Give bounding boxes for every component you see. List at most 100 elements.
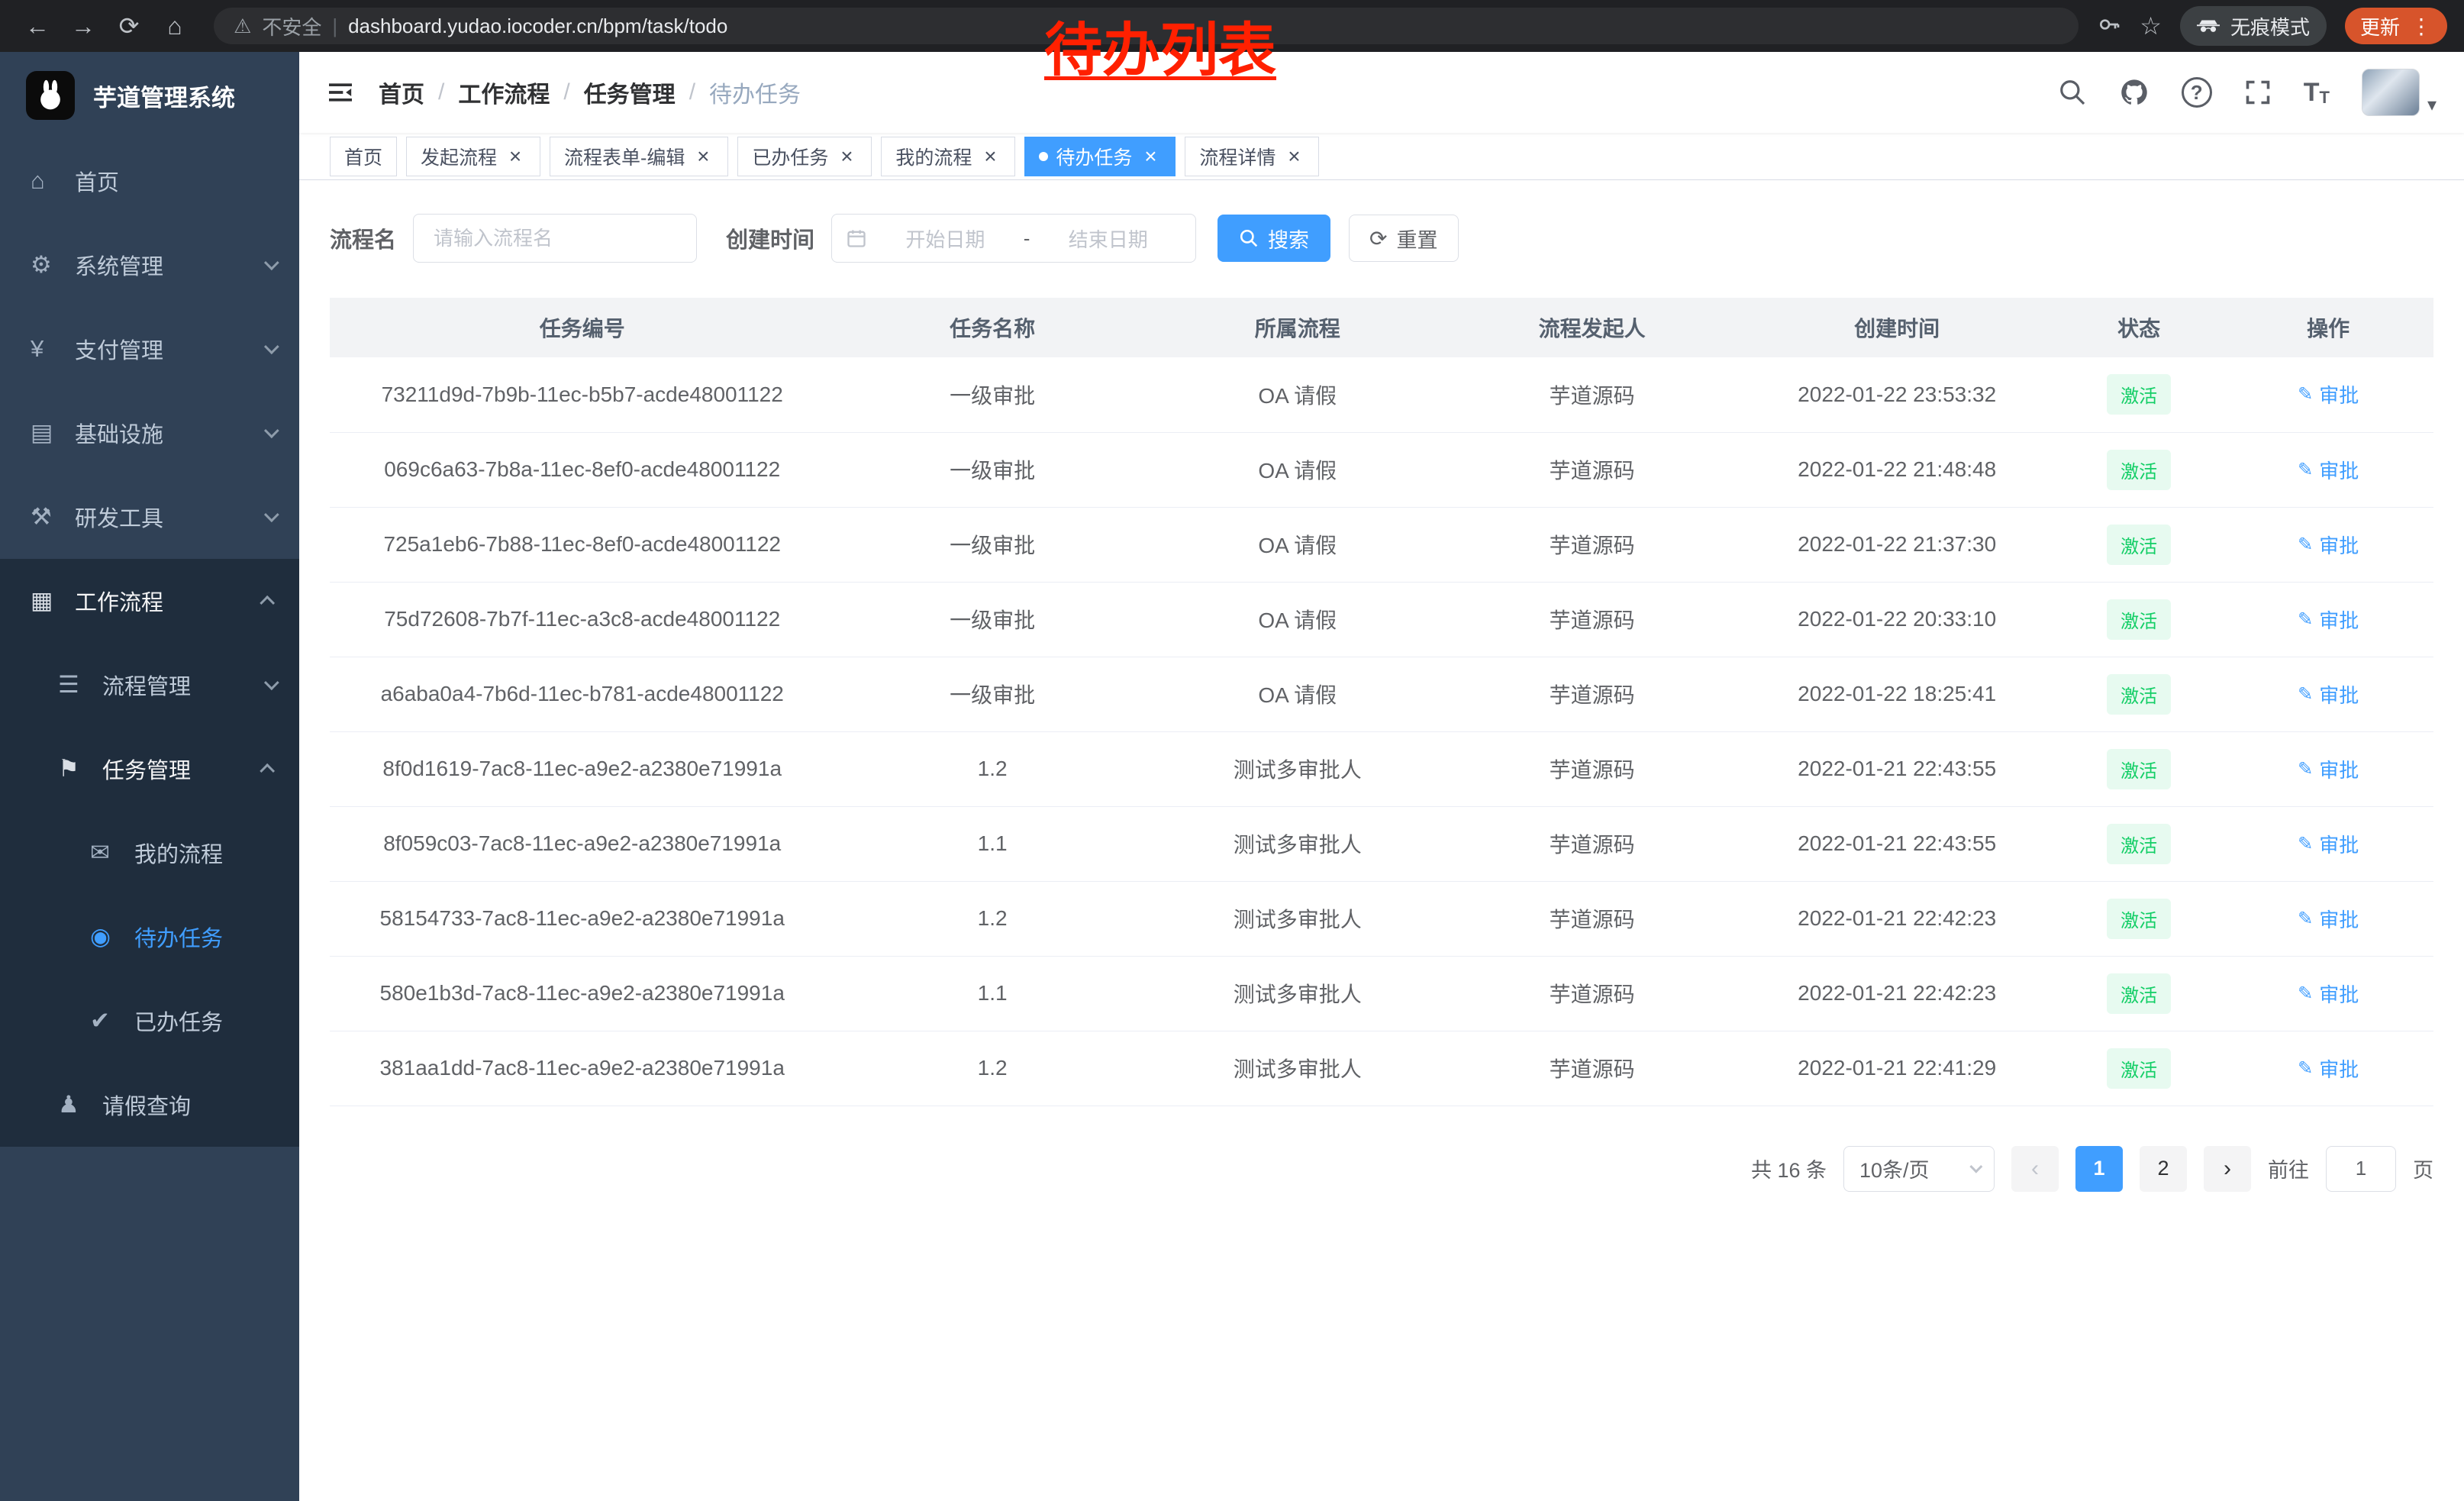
- incognito-badge: 无痕模式: [2180, 6, 2327, 46]
- chevron-down-icon: [264, 507, 279, 522]
- task-status-cell: 激活: [2055, 507, 2223, 582]
- font-size-icon[interactable]: TT: [2304, 78, 2330, 108]
- approve-link[interactable]: ✎ 审批: [2298, 531, 2359, 559]
- tab-close-icon[interactable]: ×: [505, 146, 526, 167]
- edit-icon: ✎: [2298, 459, 2313, 481]
- edit-icon: ✎: [2298, 383, 2313, 405]
- task-status-cell: 激活: [2055, 432, 2223, 507]
- tab-close-icon[interactable]: ×: [1140, 146, 1161, 167]
- infrastructure-icon: ▤: [31, 419, 64, 447]
- address-bar[interactable]: ⚠ 不安全 | dashboard.yudao.iocoder.cn/bpm/t…: [214, 8, 2079, 44]
- tab-home[interactable]: 首页: [330, 137, 397, 176]
- next-page-button[interactable]: ›: [2204, 1146, 2251, 1192]
- browser-home-icon[interactable]: ⌂: [154, 12, 195, 40]
- prev-page-button[interactable]: ‹: [2011, 1146, 2059, 1192]
- page-size-select[interactable]: 10条/页: [1843, 1146, 1995, 1192]
- password-key-icon[interactable]: [2097, 12, 2121, 40]
- task-id-cell: 580e1b3d-7ac8-11ec-a9e2-a2380e71991a: [330, 956, 834, 1031]
- approve-link[interactable]: ✎ 审批: [2298, 380, 2359, 408]
- workflow-group: ▦ 工作流程 ☰ 流程管理 ⚑ 任务管理 ✉ 我的流程: [0, 559, 299, 1147]
- avatar[interactable]: [2362, 69, 2420, 116]
- approve-link[interactable]: ✎ 审批: [2298, 680, 2359, 709]
- sidebar-item-todo-tasks[interactable]: ◉ 待办任务: [0, 895, 299, 979]
- tab-process-detail[interactable]: 流程详情 ×: [1185, 137, 1319, 176]
- sidebar-item-my-processes[interactable]: ✉ 我的流程: [0, 811, 299, 895]
- reset-button[interactable]: ⟳ 重置: [1349, 215, 1458, 262]
- yen-icon: ¥: [31, 335, 64, 363]
- end-date-placeholder[interactable]: 结束日期: [1034, 224, 1182, 253]
- help-icon[interactable]: ?: [2182, 77, 2212, 108]
- breadcrumb-workflow[interactable]: 工作流程: [458, 76, 550, 109]
- approve-link[interactable]: ✎ 审批: [2298, 605, 2359, 634]
- start-date-placeholder[interactable]: 开始日期: [872, 224, 1019, 253]
- task-id-cell: 8f059c03-7ac8-11ec-a9e2-a2380e71991a: [330, 806, 834, 881]
- tab-done-tasks[interactable]: 已办任务 ×: [737, 137, 872, 176]
- fullscreen-icon[interactable]: [2244, 79, 2272, 106]
- breadcrumb-home[interactable]: 首页: [379, 76, 424, 109]
- sidebar-item-home[interactable]: ⌂ 首页: [0, 139, 299, 223]
- approve-label: 审批: [2319, 605, 2359, 634]
- date-range-picker[interactable]: 开始日期 - 结束日期: [831, 214, 1196, 263]
- tab-form-edit[interactable]: 流程表单-编辑 ×: [550, 137, 728, 176]
- sidebar-item-infrastructure[interactable]: ▤ 基础设施: [0, 391, 299, 475]
- github-icon[interactable]: [2119, 77, 2150, 108]
- task-created-cell: 2022-01-22 23:53:32: [1739, 357, 2054, 432]
- approve-link[interactable]: ✎ 审批: [2298, 456, 2359, 484]
- tab-close-icon[interactable]: ×: [979, 146, 1001, 167]
- browser-update-button[interactable]: 更新 ⋮: [2345, 8, 2447, 44]
- sidebar-item-workflow[interactable]: ▦ 工作流程: [0, 559, 299, 643]
- table-row: 58154733-7ac8-11ec-a9e2-a2380e71991a 1.2…: [330, 881, 2433, 956]
- sidebar-item-leave-query[interactable]: ♟ 请假查询: [0, 1063, 299, 1147]
- sidebar-item-system-mgmt[interactable]: ⚙ 系统管理: [0, 223, 299, 307]
- sidebar-item-payment-mgmt[interactable]: ¥ 支付管理: [0, 307, 299, 391]
- tab-close-icon[interactable]: ×: [692, 146, 714, 167]
- process-name-input[interactable]: [413, 214, 697, 263]
- page-button-2[interactable]: 2: [2140, 1146, 2187, 1192]
- status-badge: 激活: [2107, 599, 2171, 640]
- browser-back-icon[interactable]: ←: [17, 12, 58, 40]
- bookmark-star-icon[interactable]: ☆: [2140, 11, 2162, 40]
- sidebar-item-dev-tools[interactable]: ⚒ 研发工具: [0, 475, 299, 559]
- tab-start-process[interactable]: 发起流程 ×: [406, 137, 540, 176]
- task-action-cell: ✎ 审批: [2223, 357, 2433, 432]
- table-row: 8f0d1619-7ac8-11ec-a9e2-a2380e71991a 1.2…: [330, 731, 2433, 806]
- browser-menu-icon[interactable]: ⋮: [2411, 14, 2432, 39]
- page-size-value: 10条/页: [1859, 1154, 1969, 1183]
- collapse-sidebar-icon[interactable]: [325, 77, 356, 108]
- sidebar-item-label: 任务管理: [102, 753, 264, 785]
- sidebar-item-process-mgmt[interactable]: ☰ 流程管理: [0, 643, 299, 727]
- task-initiator-cell: 芋道源码: [1445, 657, 1740, 731]
- tab-label: 首页: [344, 143, 382, 170]
- approve-link[interactable]: ✎ 审批: [2298, 980, 2359, 1008]
- task-initiator-cell: 芋道源码: [1445, 806, 1740, 881]
- approve-link[interactable]: ✎ 审批: [2298, 1054, 2359, 1083]
- task-created-cell: 2022-01-22 21:48:48: [1739, 432, 2054, 507]
- col-header-task-name: 任务名称: [834, 298, 1150, 357]
- security-warning-icon[interactable]: ⚠: [234, 15, 251, 38]
- goto-page-input[interactable]: [2326, 1146, 2396, 1192]
- sidebar-item-done-tasks[interactable]: ✔ 已办任务: [0, 979, 299, 1063]
- tab-my-processes[interactable]: 我的流程 ×: [881, 137, 1015, 176]
- col-header-process: 所属流程: [1150, 298, 1445, 357]
- tab-close-icon[interactable]: ×: [836, 146, 857, 167]
- page-button-1[interactable]: 1: [2075, 1146, 2123, 1192]
- approve-link[interactable]: ✎ 审批: [2298, 905, 2359, 933]
- search-button[interactable]: 搜索: [1217, 215, 1330, 262]
- tab-todo-tasks[interactable]: 待办任务 ×: [1024, 137, 1176, 176]
- task-id-cell: a6aba0a4-7b6d-11ec-b781-acde48001122: [330, 657, 834, 731]
- process-name-label: 流程名: [330, 222, 396, 254]
- status-badge: 激活: [2107, 374, 2171, 415]
- user-menu[interactable]: ▾: [2362, 69, 2437, 116]
- edit-icon: ✎: [2298, 534, 2313, 556]
- approve-link[interactable]: ✎ 审批: [2298, 830, 2359, 858]
- search-icon[interactable]: [2058, 78, 2087, 107]
- tab-close-icon[interactable]: ×: [1283, 146, 1305, 167]
- breadcrumb-task-mgmt[interactable]: 任务管理: [584, 76, 676, 109]
- top-navbar: 首页 / 工作流程 / 任务管理 / 待办任务: [299, 52, 2464, 133]
- approve-link[interactable]: ✎ 审批: [2298, 755, 2359, 783]
- browser-forward-icon[interactable]: →: [63, 12, 104, 40]
- task-process-cell: OA 请假: [1150, 357, 1445, 432]
- sidebar-item-task-mgmt[interactable]: ⚑ 任务管理: [0, 727, 299, 811]
- navbar-actions: ? TT ▾: [2058, 69, 2437, 116]
- browser-reload-icon[interactable]: ⟳: [108, 11, 150, 40]
